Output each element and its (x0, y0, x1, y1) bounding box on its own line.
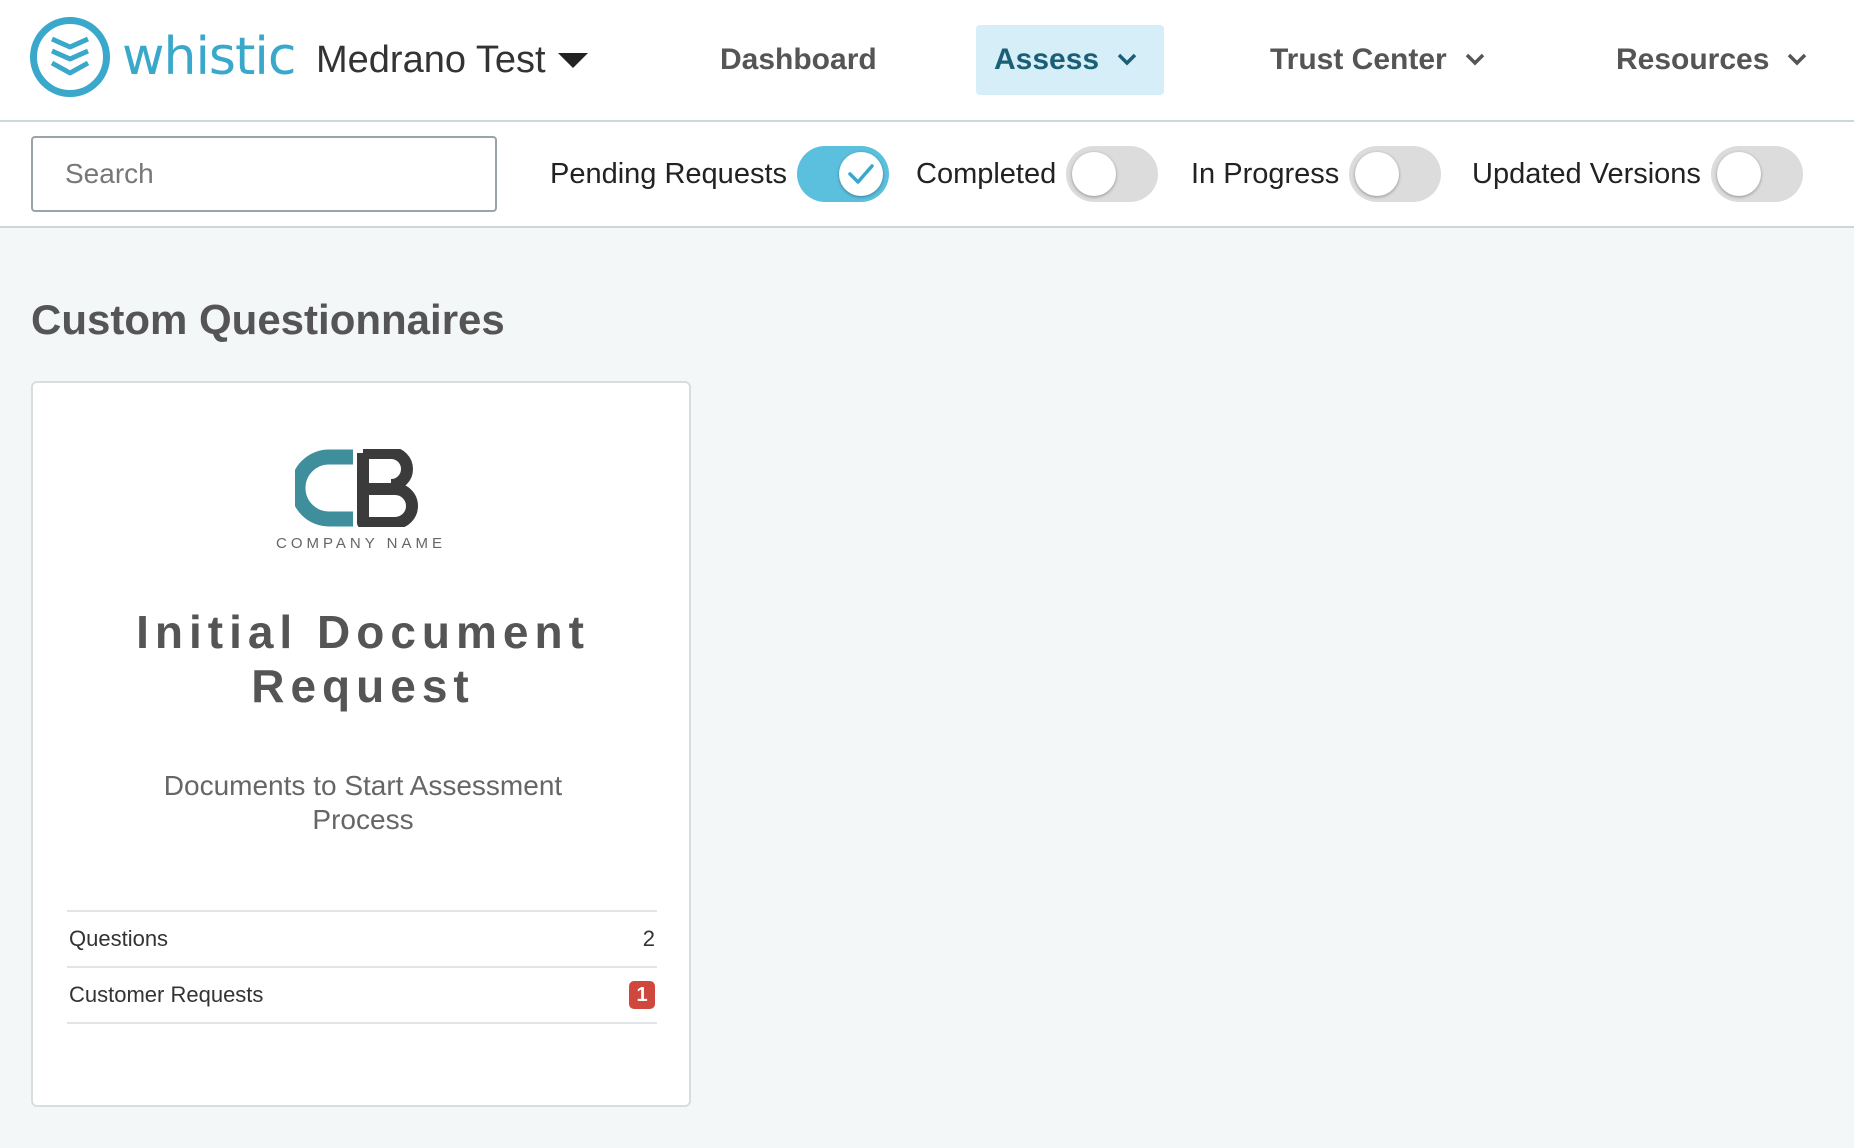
card-stats: Questions 2 Customer Requests 1 (67, 910, 657, 1024)
org-name: Medrano Test (316, 39, 546, 81)
filter-pending-requests: Pending Requests (550, 144, 889, 204)
count-badge: 1 (629, 981, 655, 1009)
stat-row-customer-requests: Customer Requests 1 (67, 968, 657, 1024)
chevron-down-icon (1117, 53, 1137, 67)
toggle-knob (1716, 152, 1761, 196)
logo-wordmark: whistic (122, 27, 296, 87)
card-description: Documents to Start Assessment Process (163, 770, 563, 835)
filter-label: Pending Requests (550, 157, 787, 190)
toggle-knob (839, 152, 883, 196)
cb-logo-icon (295, 449, 418, 527)
completed-toggle[interactable] (1066, 146, 1159, 202)
nav-trust-center-label: Trust Center (1270, 43, 1447, 76)
whistic-shield-icon (30, 17, 110, 97)
filter-label: Completed (916, 157, 1057, 190)
stat-label: Customer Requests (69, 982, 264, 1007)
nav-dashboard-label: Dashboard (720, 43, 877, 76)
nav-assess[interactable]: Assess (976, 25, 1164, 95)
card-title: Initial Document Request (136, 606, 590, 712)
org-switcher[interactable]: Medrano Test (316, 30, 588, 90)
nav-resources-label: Resources (1616, 43, 1770, 76)
nav-resources[interactable]: Resources (1598, 25, 1825, 95)
whistic-logo[interactable]: whistic (30, 17, 296, 97)
filter-bar: Pending Requests Completed In Progress U… (0, 122, 1854, 228)
checkmark-icon (848, 164, 874, 184)
stat-value: 2 (642, 926, 655, 951)
nav-trust-center[interactable]: Trust Center (1252, 25, 1503, 95)
company-name: COMPANY NAME (276, 535, 446, 552)
filter-in-progress: In Progress (1191, 144, 1442, 204)
pending-requests-toggle[interactable] (797, 146, 889, 202)
section-title: Custom Questionnaires (31, 296, 505, 343)
company-logo: COMPANY NAME (33, 449, 689, 552)
caret-down-icon (557, 52, 588, 68)
nav-dashboard[interactable]: Dashboard (702, 25, 895, 95)
toggle-knob (1355, 152, 1400, 196)
search-input[interactable] (31, 136, 497, 212)
nav-assess-label: Assess (994, 43, 1100, 76)
stat-row-questions: Questions 2 (67, 912, 657, 968)
filter-updated-versions: Updated Versions (1472, 144, 1803, 204)
filter-label: In Progress (1191, 157, 1340, 190)
filter-label: Updated Versions (1472, 157, 1701, 190)
chevron-down-icon (1465, 53, 1485, 67)
stat-label: Questions (69, 926, 169, 951)
filter-completed: Completed (916, 144, 1159, 204)
toggle-knob (1072, 152, 1117, 196)
top-nav: whistic Medrano Test Dashboard Assess Tr… (0, 0, 1854, 122)
chevron-down-icon (1787, 53, 1807, 67)
questionnaire-card[interactable]: COMPANY NAME Initial Document Request Do… (31, 381, 691, 1107)
in-progress-toggle[interactable] (1349, 146, 1442, 202)
updated-versions-toggle[interactable] (1710, 146, 1803, 202)
